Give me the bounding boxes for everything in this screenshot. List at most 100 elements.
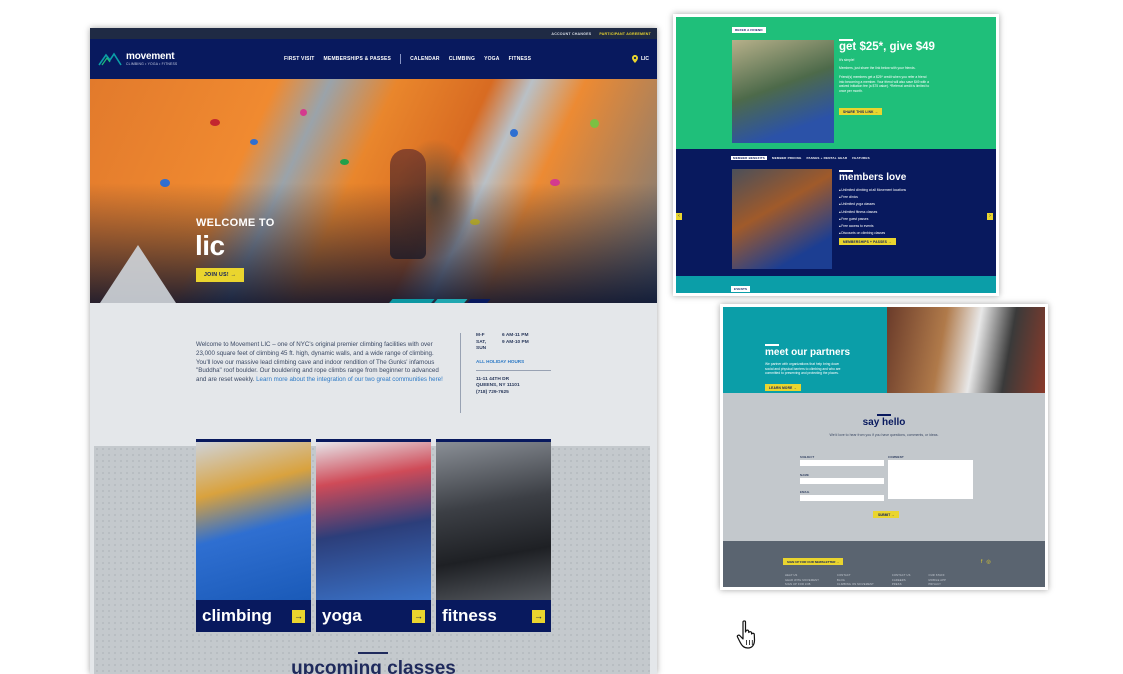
hero-welcome: WELCOME TO bbox=[196, 217, 275, 229]
participant-agreement-link[interactable]: PARTICIPANT AGREEMENT bbox=[599, 32, 651, 36]
memberships-passes-button[interactable]: MEMBERSHIPS + PASSES → bbox=[839, 238, 896, 245]
footer-link[interactable]: GEAR WITH MOVEMENT bbox=[785, 579, 819, 582]
footer-link[interactable]: CLIMBING ON MOVEMENT bbox=[837, 583, 874, 586]
tab-member-pricing[interactable]: MEMBER PRICING bbox=[772, 156, 801, 160]
footer-link[interactable]: PRIVACY bbox=[929, 583, 947, 586]
benefits-list: Unlimited climbing at all Movement locat… bbox=[839, 187, 906, 245]
partners-text: We partner with organizations that help … bbox=[765, 362, 841, 376]
footer-link[interactable]: HELP US bbox=[785, 574, 819, 577]
events-tag: EVENTS bbox=[731, 286, 751, 292]
location-selector[interactable]: LIC bbox=[631, 55, 649, 63]
newsletter-button[interactable]: SIGN UP FOR OUR NEWSLETTER → bbox=[783, 558, 844, 565]
refer-tag: REFER A FRIEND bbox=[732, 27, 766, 33]
logo[interactable]: movement CLIMBING • YOGA • FITNESS bbox=[98, 52, 284, 66]
card-fitness[interactable]: fitness → bbox=[436, 439, 551, 632]
nav-first-visit[interactable]: FIRST VISIT bbox=[284, 56, 315, 62]
intro-text: Welcome to Movement LIC – one of NYC's o… bbox=[196, 341, 446, 385]
arrow-right-icon[interactable]: → bbox=[532, 610, 545, 623]
subject-field[interactable] bbox=[800, 460, 884, 466]
members-photo bbox=[732, 169, 832, 269]
footer-links: HELP US GEAR WITH MOVEMENT SIGN UP FOR JOB… bbox=[785, 574, 946, 586]
fitness-image bbox=[436, 442, 551, 600]
say-hello-subtitle: We'd love to hear from you if you have q… bbox=[829, 433, 939, 437]
footer-link[interactable]: CONTACT bbox=[837, 574, 874, 577]
share-link-button[interactable]: SHARE THIS LINK → bbox=[839, 108, 883, 115]
partners-title: meet our partners bbox=[765, 347, 851, 358]
instagram-icon[interactable]: ◎ bbox=[986, 559, 990, 565]
submit-button[interactable]: SUBMIT → bbox=[873, 511, 900, 518]
hero-banner: WELCOME TO lic JOIN US! → bbox=[90, 79, 657, 303]
card-label: fitness bbox=[442, 606, 497, 625]
refer-section: REFER A FRIEND get $25*, give $49 It's s… bbox=[676, 17, 996, 149]
members-section: MEMBER BENEFITS MEMBER PRICING PASSES + … bbox=[676, 149, 996, 276]
brand-tagline: CLIMBING • YOGA • FITNESS bbox=[126, 62, 178, 66]
main-nav: movement CLIMBING • YOGA • FITNESS FIRST… bbox=[90, 39, 657, 79]
carousel-next-icon[interactable]: › bbox=[987, 213, 993, 220]
showcase-canvas: ACCOUNT CHANGES PARTICIPANT AGREEMENT mo… bbox=[0, 0, 1123, 674]
list-item: Unlimited yoga classes bbox=[839, 201, 906, 208]
card-label: climbing bbox=[202, 606, 272, 625]
contact-section: say hello We'd love to hear from you if … bbox=[723, 393, 1045, 541]
nav-yoga[interactable]: YOGA bbox=[484, 56, 500, 62]
footer-link[interactable]: OUR STAFF bbox=[929, 574, 947, 577]
name-field[interactable] bbox=[800, 478, 884, 484]
list-item: Unlimited climbing at all Movement locat… bbox=[839, 187, 906, 194]
email-field[interactable] bbox=[800, 495, 884, 501]
hours-divider bbox=[476, 369, 551, 371]
facebook-icon[interactable]: f bbox=[981, 559, 982, 565]
members-tabs: MEMBER BENEFITS MEMBER PRICING PASSES + … bbox=[731, 156, 870, 160]
refer-line1: It's simple! bbox=[839, 58, 855, 62]
footer-link[interactable]: CONTACT US bbox=[892, 574, 911, 577]
partners-section: meet our partners We partner with organi… bbox=[723, 307, 887, 393]
intro-section: Welcome to Movement LIC – one of NYC's o… bbox=[90, 303, 657, 448]
nav-climbing[interactable]: CLIMBING bbox=[449, 56, 475, 62]
list-item: Free clinics bbox=[839, 194, 906, 201]
section-accent bbox=[877, 414, 891, 416]
nav-calendar[interactable]: CALENDAR bbox=[410, 56, 440, 62]
social-links: f ◎ bbox=[981, 559, 991, 565]
phone-number[interactable]: (718) 729-7625 bbox=[476, 390, 551, 397]
partners-photo bbox=[887, 307, 1045, 393]
comment-label: COMMENT bbox=[888, 455, 904, 459]
carousel-prev-icon[interactable]: ‹ bbox=[676, 213, 682, 220]
card-yoga[interactable]: yoga → bbox=[316, 439, 431, 632]
holiday-hours-link[interactable]: ALL HOLIDAY HOURS bbox=[476, 359, 551, 364]
site-footer: SIGN UP FOR OUR NEWSLETTER → HELP US GEAR… bbox=[723, 541, 1045, 587]
list-item: Free access to events bbox=[839, 223, 906, 230]
email-label: EMAIL bbox=[800, 490, 810, 494]
account-changes-link[interactable]: ACCOUNT CHANGES bbox=[551, 32, 591, 36]
join-us-button[interactable]: JOIN US! → bbox=[196, 268, 245, 282]
homepage-mockup: ACCOUNT CHANGES PARTICIPANT AGREEMENT mo… bbox=[90, 28, 657, 674]
comment-field[interactable] bbox=[888, 460, 973, 499]
footer-link[interactable]: MOBILE APP bbox=[929, 579, 947, 582]
say-hello-title: say hello bbox=[862, 417, 906, 428]
tab-features[interactable]: FEATURES bbox=[852, 156, 870, 160]
footer-link[interactable]: PRESS bbox=[892, 583, 911, 586]
refer-line3: Friend(s) members get a $25* credit when… bbox=[839, 75, 930, 93]
learn-more-button[interactable]: LEARN MORE → bbox=[765, 384, 801, 391]
integration-link[interactable]: Learn more about the integration of our … bbox=[256, 376, 443, 383]
footer-col: CONTACT BLOG CLIMBING ON MOVEMENT bbox=[837, 574, 874, 586]
arrow-right-icon[interactable]: → bbox=[412, 610, 425, 623]
footer-link[interactable]: SIGN UP FOR JOB bbox=[785, 583, 819, 586]
tab-passes-rental[interactable]: PASSES + RENTAL GEAR bbox=[806, 156, 847, 160]
nav-memberships[interactable]: MEMBERSHIPS & PASSES bbox=[324, 56, 392, 62]
logo-mark-icon bbox=[98, 52, 122, 66]
footer-link[interactable]: CAREERS bbox=[892, 579, 911, 582]
climbing-image bbox=[196, 442, 311, 600]
upcoming-classes-title: upcoming classes bbox=[291, 658, 456, 674]
tab-member-benefits[interactable]: MEMBER BENEFITS bbox=[731, 156, 768, 160]
section-accent bbox=[358, 652, 388, 654]
footer-link[interactable]: BLOG bbox=[837, 579, 874, 582]
partners-contact-mockup: meet our partners We partner with organi… bbox=[720, 304, 1048, 590]
nav-divider bbox=[400, 54, 402, 64]
members-title: members love bbox=[839, 172, 907, 183]
nav-links: FIRST VISIT MEMBERSHIPS & PASSES CALENDA… bbox=[284, 54, 531, 64]
location-label: LIC bbox=[640, 56, 649, 62]
list-item: Unlimited fitness classes bbox=[839, 209, 906, 216]
arrow-right-icon[interactable]: → bbox=[292, 610, 305, 623]
nav-fitness[interactable]: FITNESS bbox=[509, 56, 532, 62]
yoga-image bbox=[316, 442, 431, 600]
card-climbing[interactable]: climbing → bbox=[196, 439, 311, 632]
footer-col: OUR STAFF MOBILE APP PRIVACY bbox=[929, 574, 947, 586]
